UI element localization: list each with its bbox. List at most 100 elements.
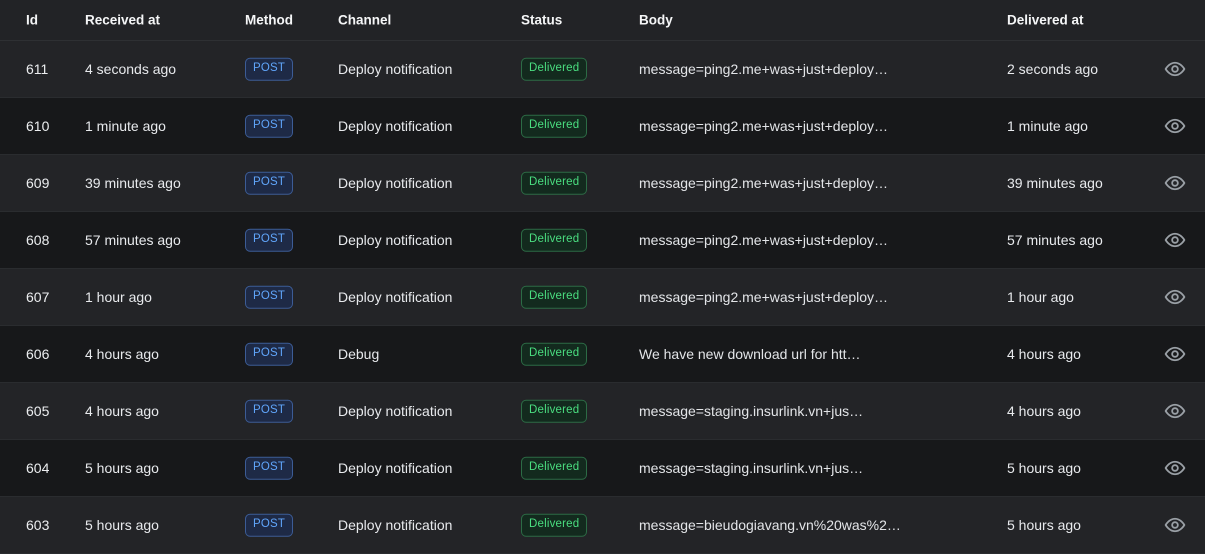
cell-received-at: 1 minute ago (85, 118, 166, 134)
cell-id: 609 (26, 175, 50, 191)
cell-body: We have new download url for htt… (639, 346, 861, 362)
eye-icon[interactable] (1164, 172, 1186, 194)
column-header-method[interactable]: Method (245, 13, 293, 28)
status-badge: Delivered (521, 171, 588, 195)
cell-method: POST (245, 171, 294, 195)
cell-received-at: 39 minutes ago (85, 175, 181, 191)
cell-received-at: 4 hours ago (85, 346, 159, 362)
view-request-button[interactable] (1164, 343, 1186, 365)
view-request-button[interactable] (1164, 400, 1186, 422)
cell-method: POST (245, 399, 294, 423)
table-row[interactable]: 607 1 hour ago POST Deploy notification Deli… (0, 269, 1205, 326)
cell-status: Delivered (521, 513, 588, 537)
cell-channel: Deploy notification (338, 118, 453, 134)
cell-delivered-at: 2 seconds ago (1007, 61, 1099, 77)
status-badge: Delivered (521, 57, 588, 81)
method-badge: POST (245, 342, 294, 366)
cell-status: Delivered (521, 399, 588, 423)
cell-body: message=ping2.me+was+just+deploy… (639, 232, 889, 248)
view-request-button[interactable] (1164, 514, 1186, 536)
cell-channel: Debug (338, 346, 380, 362)
cell-status: Delivered (521, 456, 588, 480)
eye-icon[interactable] (1164, 457, 1186, 479)
cell-method: POST (245, 228, 294, 252)
cell-channel: Deploy notification (338, 232, 453, 248)
eye-icon[interactable] (1164, 343, 1186, 365)
column-header-channel[interactable]: Channel (338, 13, 391, 28)
status-badge: Delivered (521, 228, 588, 252)
cell-delivered-at: 1 hour ago (1007, 289, 1074, 305)
cell-id: 608 (26, 232, 50, 248)
cell-status: Delivered (521, 342, 588, 366)
status-badge: Delivered (521, 513, 588, 537)
method-badge: POST (245, 57, 294, 81)
status-badge: Delivered (521, 285, 588, 309)
cell-channel: Deploy notification (338, 460, 453, 476)
cell-body: message=ping2.me+was+just+deploy… (639, 175, 889, 191)
cell-body: message=bieudogiavang.vn%20was%2… (639, 517, 901, 533)
cell-id: 610 (26, 118, 50, 134)
view-request-button[interactable] (1164, 115, 1186, 137)
column-header-body[interactable]: Body (639, 13, 673, 28)
cell-delivered-at: 1 minute ago (1007, 118, 1088, 134)
cell-received-at: 1 hour ago (85, 289, 152, 305)
view-request-button[interactable] (1164, 457, 1186, 479)
table-row[interactable]: 611 4 seconds ago POST Deploy notification D… (0, 41, 1205, 98)
view-request-button[interactable] (1164, 286, 1186, 308)
column-header-id[interactable]: Id (26, 13, 38, 28)
cell-id: 605 (26, 403, 50, 419)
column-header-delivered-at[interactable]: Delivered at (1007, 13, 1084, 28)
view-request-button[interactable] (1164, 172, 1186, 194)
cell-delivered-at: 5 hours ago (1007, 460, 1081, 476)
cell-channel: Deploy notification (338, 175, 453, 191)
status-badge: Delivered (521, 114, 588, 138)
cell-channel: Deploy notification (338, 403, 453, 419)
eye-icon[interactable] (1164, 229, 1186, 251)
cell-received-at: 5 hours ago (85, 517, 159, 533)
method-badge: POST (245, 456, 294, 480)
table-row[interactable]: 606 4 hours ago POST Debug Delivered We have … (0, 326, 1205, 383)
method-badge: POST (245, 399, 294, 423)
table-row[interactable]: 603 5 hours ago POST Deploy notification Del… (0, 497, 1205, 554)
eye-icon[interactable] (1164, 400, 1186, 422)
view-request-button[interactable] (1164, 229, 1186, 251)
cell-method: POST (245, 57, 294, 81)
table-body: 611 4 seconds ago POST Deploy notification D… (0, 41, 1205, 554)
column-header-status[interactable]: Status (521, 13, 562, 28)
cell-body: message=staging.insurlink.vn+jus… (639, 460, 864, 476)
eye-icon[interactable] (1164, 58, 1186, 80)
method-badge: POST (245, 513, 294, 537)
eye-icon[interactable] (1164, 514, 1186, 536)
eye-icon[interactable] (1164, 286, 1186, 308)
status-badge: Delivered (521, 456, 588, 480)
cell-body: message=ping2.me+was+just+deploy… (639, 289, 889, 305)
table-header-row: Id Received at Method Channel Status Bod… (0, 0, 1205, 41)
table-row[interactable]: 609 39 minutes ago POST Deploy notification… (0, 155, 1205, 212)
table-row[interactable]: 610 1 minute ago POST Deploy notification De… (0, 98, 1205, 155)
cell-id: 604 (26, 460, 50, 476)
cell-id: 607 (26, 289, 50, 305)
cell-method: POST (245, 513, 294, 537)
cell-delivered-at: 5 hours ago (1007, 517, 1081, 533)
cell-delivered-at: 4 hours ago (1007, 403, 1081, 419)
method-badge: POST (245, 285, 294, 309)
column-header-received-at[interactable]: Received at (85, 13, 160, 28)
eye-icon[interactable] (1164, 115, 1186, 137)
cell-id: 611 (26, 61, 49, 77)
cell-id: 606 (26, 346, 50, 362)
cell-body: message=staging.insurlink.vn+jus… (639, 403, 864, 419)
cell-status: Delivered (521, 228, 588, 252)
table-row[interactable]: 605 4 hours ago POST Deploy notification Del… (0, 383, 1205, 440)
cell-body: message=ping2.me+was+just+deploy… (639, 118, 889, 134)
webhook-requests-table: Id Received at Method Channel Status Bod… (0, 0, 1205, 554)
table-row[interactable]: 604 5 hours ago POST Deploy notification Del… (0, 440, 1205, 497)
status-badge: Delivered (521, 399, 588, 423)
cell-delivered-at: 4 hours ago (1007, 346, 1081, 362)
view-request-button[interactable] (1164, 58, 1186, 80)
method-badge: POST (245, 114, 294, 138)
cell-method: POST (245, 456, 294, 480)
table-row[interactable]: 608 57 minutes ago POST Deploy notification… (0, 212, 1205, 269)
cell-received-at: 5 hours ago (85, 460, 159, 476)
cell-received-at: 57 minutes ago (85, 232, 181, 248)
cell-method: POST (245, 342, 294, 366)
